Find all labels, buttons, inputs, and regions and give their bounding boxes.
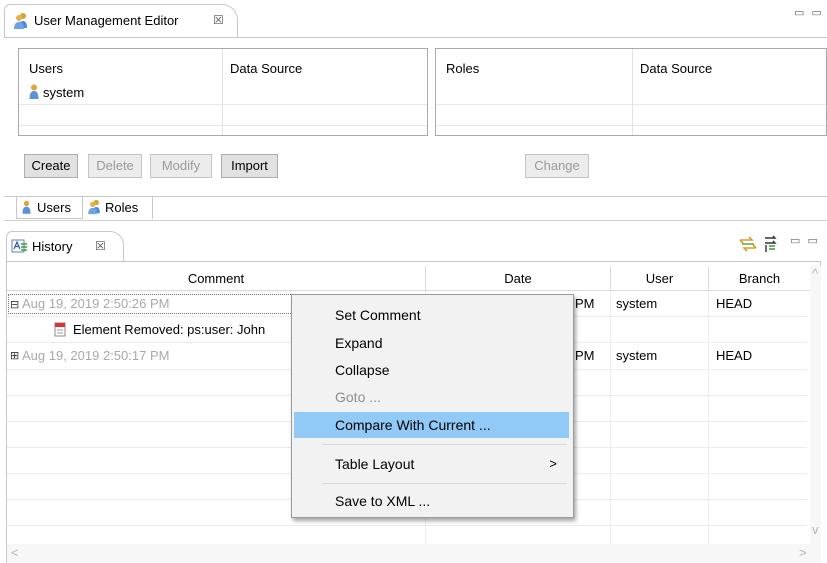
- branch-cell: HEAD: [716, 296, 753, 311]
- branch-cell: HEAD: [716, 348, 753, 363]
- tab-users-label: Users: [37, 200, 71, 215]
- branch-column-header[interactable]: Branch: [709, 266, 810, 291]
- row-divider: [436, 104, 826, 105]
- date-cell: PM: [575, 348, 595, 363]
- comment-cell: Aug 19, 2019 2:50:17 PM: [22, 348, 170, 363]
- user-column-header[interactable]: User: [611, 266, 709, 291]
- comment-cell: Element Removed: ps:user: John: [73, 322, 266, 337]
- import-button[interactable]: Import: [221, 154, 278, 178]
- menu-item-label: Table Layout: [335, 456, 415, 472]
- menu-item-expand[interactable]: Expand: [294, 330, 569, 356]
- scroll-left-arrow[interactable]: <: [11, 545, 19, 560]
- tab-divider: [152, 197, 153, 219]
- minimize-maximize-icons[interactable]: ▭ ▭: [794, 6, 824, 19]
- menu-separator: [322, 444, 567, 445]
- roles-table[interactable]: Roles Data Source: [435, 48, 827, 136]
- element-removed-icon: [54, 322, 68, 341]
- column-divider: [632, 49, 633, 135]
- close-icon[interactable]: ☒: [95, 239, 106, 253]
- user-cell: system: [616, 348, 658, 363]
- row-divider: [19, 104, 427, 105]
- tab-history[interactable]: History ☒: [6, 231, 124, 261]
- scroll-right-arrow[interactable]: >: [799, 545, 807, 560]
- modify-button[interactable]: Modify: [150, 154, 212, 178]
- filter-icon[interactable]: [762, 235, 782, 256]
- submenu-arrow-icon: >: [549, 456, 557, 471]
- comment-cell: Aug 19, 2019 2:50:26 PM: [22, 296, 170, 311]
- menu-item-table-layout[interactable]: Table Layout >: [294, 451, 569, 477]
- row-divider: [7, 525, 807, 526]
- context-menu: Set Comment Expand Collapse Goto ... Com…: [291, 294, 574, 518]
- link-with-editor-icon[interactable]: [738, 235, 758, 256]
- date-column-header[interactable]: Date: [426, 266, 611, 291]
- change-button[interactable]: Change: [525, 154, 589, 178]
- menu-separator: [322, 483, 567, 484]
- menu-item-set-comment[interactable]: Set Comment: [294, 302, 569, 328]
- user-icon: [22, 200, 31, 221]
- tab-divider: [4, 37, 827, 38]
- users-table[interactable]: Users Data Source system: [18, 48, 428, 136]
- comment-column-header[interactable]: Comment: [7, 266, 426, 291]
- create-button[interactable]: Create: [24, 154, 78, 178]
- data-source-column-header[interactable]: Data Source: [640, 61, 712, 76]
- row-divider: [19, 125, 427, 126]
- scroll-up-arrow[interactable]: ^: [812, 266, 818, 281]
- tab-roles-label: Roles: [105, 200, 139, 215]
- user-icon: [29, 84, 39, 103]
- column-divider: [222, 49, 223, 135]
- history-tab-title: History: [32, 239, 73, 254]
- editor-tab-title: User Management Editor: [34, 13, 179, 28]
- table-row[interactable]: system: [19, 82, 219, 103]
- tab-user-management-editor[interactable]: User Management Editor ☒: [4, 4, 238, 37]
- date-cell: PM: [575, 296, 595, 311]
- tab-users[interactable]: Users: [16, 197, 83, 219]
- vertical-scrollbar[interactable]: ^ v: [810, 266, 821, 544]
- data-source-column-header[interactable]: Data Source: [230, 61, 302, 76]
- minimize-maximize-icons[interactable]: ▭ ▭: [790, 234, 820, 247]
- users-group-icon: [13, 12, 29, 33]
- menu-item-collapse[interactable]: Collapse: [294, 357, 569, 383]
- roles-column-header[interactable]: Roles: [446, 61, 479, 76]
- menu-item-goto[interactable]: Goto ...: [294, 384, 569, 410]
- menu-item-save-to-xml[interactable]: Save to XML ...: [294, 488, 569, 514]
- users-group-icon: [87, 199, 102, 221]
- users-column-header[interactable]: Users: [29, 61, 63, 76]
- tab-roles[interactable]: Roles: [84, 197, 152, 219]
- user-cell: system: [616, 296, 658, 311]
- history-icon: [11, 238, 29, 257]
- close-icon[interactable]: ☒: [213, 13, 224, 27]
- user-name-cell: system: [43, 85, 85, 100]
- scroll-down-arrow[interactable]: v: [812, 522, 819, 537]
- history-toolbar: ▭ ▭: [738, 234, 827, 256]
- collapse-icon[interactable]: ⊟: [10, 299, 19, 310]
- editor-bottom-border: [4, 220, 827, 221]
- expand-icon[interactable]: ⊞: [10, 350, 19, 361]
- delete-button[interactable]: Delete: [88, 154, 142, 178]
- menu-item-compare-with-current[interactable]: Compare With Current ...: [294, 412, 569, 438]
- horizontal-scrollbar[interactable]: < >: [7, 544, 821, 563]
- editor-tab-bar: User Management Editor ☒ ▭ ▭: [4, 4, 827, 38]
- row-divider: [436, 125, 826, 126]
